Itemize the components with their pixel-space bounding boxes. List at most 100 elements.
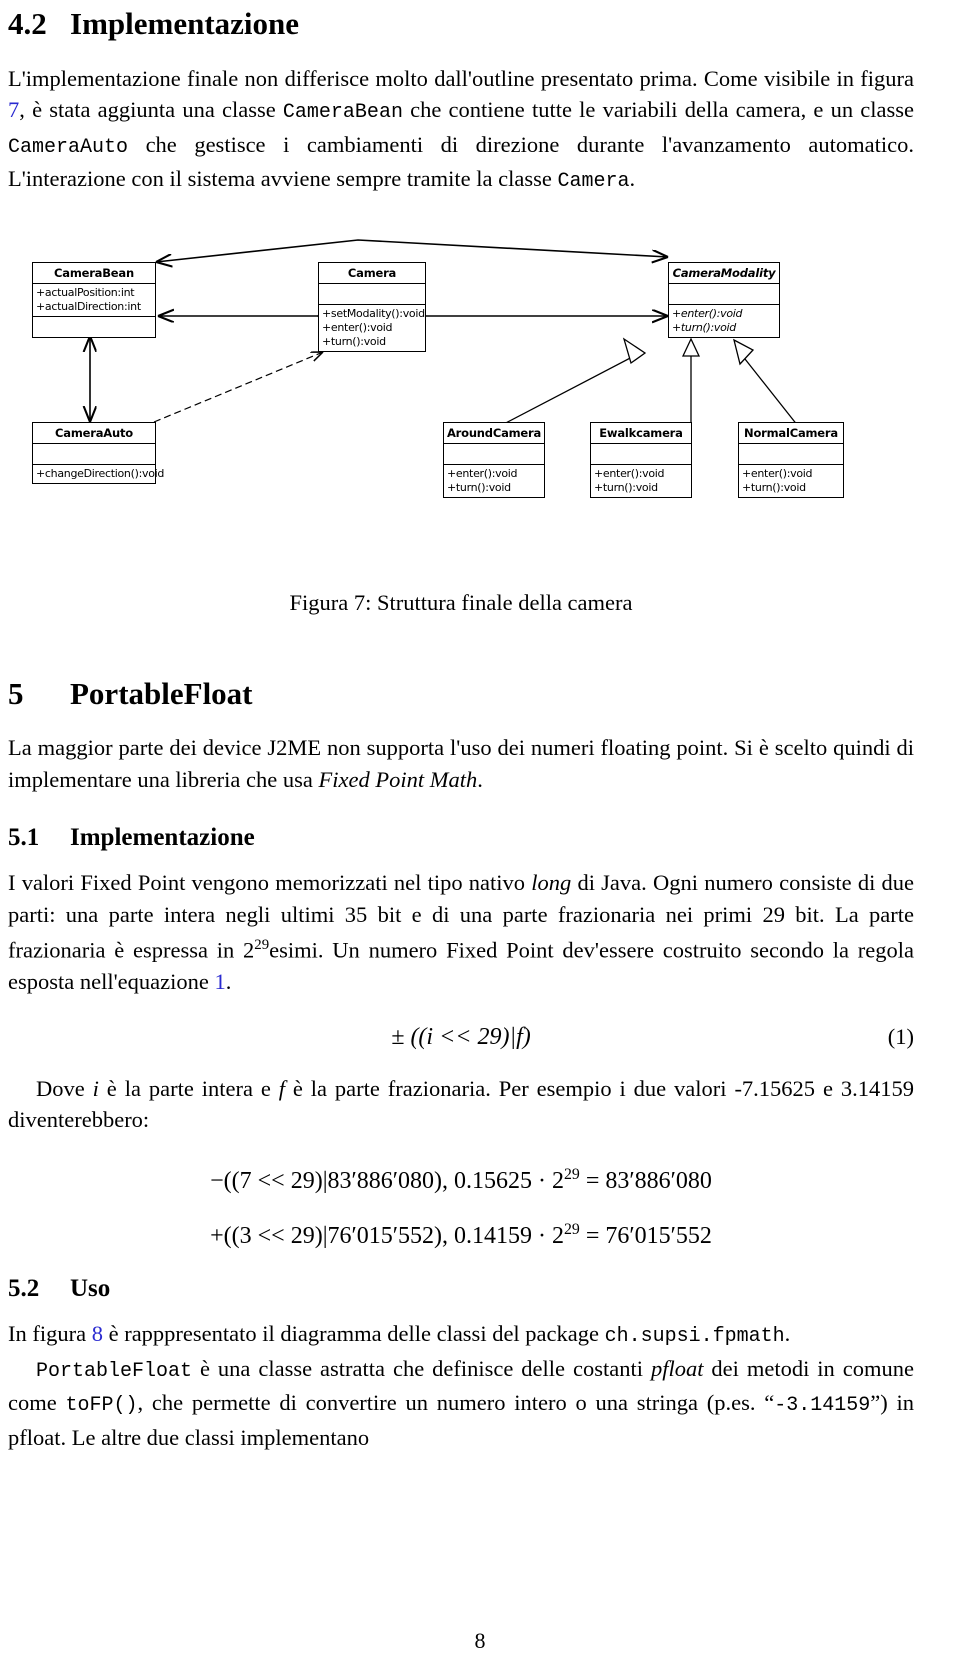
uml-operation: +turn():void <box>322 334 386 348</box>
code-portablefloat: PortableFloat <box>36 1359 193 1383</box>
paragraph-5-1: I valori Fixed Point vengono memorizzati… <box>8 867 914 998</box>
uml-attributes <box>444 444 544 465</box>
text-run: che contiene tutte le variabili della ca… <box>402 97 914 123</box>
emphasis-long: long <box>531 870 572 896</box>
paragraph-5: La maggior parte dei device J2ME non sup… <box>8 732 914 795</box>
figure-reference-7[interactable]: 7 <box>8 97 19 122</box>
equation-example-lhs: +((3 << 29)|76′015′552), 0.14159 · 2 <box>210 1222 564 1249</box>
exponent-29: 29 <box>564 1165 580 1183</box>
equation-reference-1[interactable]: 1 <box>214 969 225 994</box>
uml-attributes <box>669 284 779 305</box>
heading-4-2-number: 4.2 <box>8 6 47 41</box>
uml-operation: +turn():void <box>594 480 658 494</box>
heading-5-2: 5.2 Uso <box>8 1274 914 1302</box>
text-run: che gestisce i cambiamenti di direzione … <box>8 131 914 192</box>
uml-attribute: +actualDirection:int <box>36 299 141 313</box>
emphasis-fixed-point-math: Fixed Point Math <box>318 766 478 792</box>
uml-class-title: CameraAuto <box>33 423 155 444</box>
uml-operation: +turn():void <box>447 480 511 494</box>
heading-4-2: 4.2 Implementazione <box>8 6 914 41</box>
text-run: . <box>784 1321 791 1347</box>
uml-attribute: +actualPosition:int <box>36 285 135 299</box>
uml-class-title: Ewalkcamera <box>591 423 691 444</box>
heading-4-2-title: Implementazione <box>70 6 300 41</box>
heading-5-1-title: Implementazione <box>70 824 255 852</box>
page-number: 8 <box>474 1628 486 1653</box>
text-run: I valori Fixed Point vengono memorizzati… <box>8 870 532 896</box>
uml-class-title: NormalCamera <box>739 423 843 444</box>
figure-7-caption: Figura 7: Struttura finale della camera <box>289 589 633 615</box>
uml-operation: +enter():void <box>742 466 813 480</box>
heading-5-title: PortableFloat <box>70 675 253 711</box>
code-package-name: ch.supsi.fpmath <box>604 1325 785 1349</box>
paragraph-4-2: L'implementazione finale non differisce … <box>8 63 914 198</box>
uml-operations: +changeDirection():void <box>33 465 165 483</box>
dependency-cameraauto-camera <box>153 352 323 423</box>
uml-class-aroundcamera[interactable]: AroundCamera +enter():void +turn():void <box>443 421 545 498</box>
heading-5: 5 PortableFloat <box>8 675 914 711</box>
uml-operation: +turn():void <box>672 320 736 334</box>
text-run: è rapppresentato il diagramma delle clas… <box>102 1321 605 1347</box>
emphasis-pfloat: pfloat <box>650 1355 704 1381</box>
figure-reference-8[interactable]: 8 <box>92 1321 103 1346</box>
heading-5-2-title: Uso <box>70 1274 111 1302</box>
text-run: . <box>477 766 483 792</box>
equation-1-number: (1) <box>887 1023 914 1049</box>
equation-example-lhs: −((7 << 29)|83′886′080), 0.15625 · 2 <box>210 1167 564 1194</box>
uml-attributes <box>591 444 691 465</box>
uml-operation: +setModality():void <box>322 306 425 320</box>
uml-class-cameramodality[interactable]: CameraModality +enter():void +turn():voi… <box>668 261 780 338</box>
text-run: . <box>225 969 232 995</box>
uml-class-title: AroundCamera <box>444 423 544 444</box>
equation-1: ± ((i << 29)|f) (1) <box>8 1024 914 1051</box>
code-cameraauto: CameraAuto <box>8 135 129 159</box>
page-content: 4.2 Implementazione L'implementazione fin… <box>8 0 914 1453</box>
text-run: , che permette di convertire un numero i… <box>137 1390 775 1416</box>
equation-example-rhs: = 76′015′552 <box>579 1222 712 1249</box>
uml-class-ewalkcamera[interactable]: Ewalkcamera +enter():void +turn():void <box>590 421 692 498</box>
generalization-aroundcamera <box>499 337 647 427</box>
uml-operation: +turn():void <box>742 480 806 494</box>
uml-operation: +changeDirection():void <box>36 466 165 480</box>
paragraph-5-2-b: PortableFloat è una classe astratta che … <box>8 1353 914 1454</box>
code-camera: Camera <box>557 170 630 194</box>
uml-class-camera[interactable]: Camera +setModality():void +enter():void… <box>318 261 426 352</box>
uml-class-title: CameraModality <box>669 263 779 284</box>
uml-class-normalcamera[interactable]: NormalCamera +enter():void +turn():void <box>738 421 844 498</box>
uml-class-title: Camera <box>319 263 425 284</box>
heading-5-number: 5 <box>8 675 24 711</box>
uml-operation: +enter():void <box>322 320 393 334</box>
uml-class-cameraauto[interactable]: CameraAuto +changeDirection():void <box>32 421 165 484</box>
uml-attributes <box>739 444 843 465</box>
equation-example-1: −((7 << 29)|83′886′080), 0.15625 · 229 =… <box>8 1166 914 1195</box>
generalization-normalcamera <box>733 338 799 426</box>
text-run: Dove <box>36 1075 93 1101</box>
uml-operations: +enter():void +turn():void <box>669 305 779 337</box>
heading-5-1: 5.1 Implementazione <box>8 824 914 852</box>
figure-7: Camera (dashed dependency) --> CameraBea… <box>8 226 914 556</box>
uml-attributes: +actualPosition:int +actualDirection:int <box>33 284 155 317</box>
document-page: 4.2 Implementazione L'implementazione fin… <box>0 0 960 1672</box>
uml-operation: +enter():void <box>594 466 665 480</box>
uml-operations: +enter():void +turn():void <box>444 465 544 497</box>
uml-class-camerabean[interactable]: CameraBean +actualPosition:int +actualDi… <box>32 261 156 338</box>
uml-operations: +enter():void +turn():void <box>591 465 691 497</box>
uml-operations <box>33 317 155 337</box>
code-camerabean: CameraBean <box>282 101 403 125</box>
equation-1-body: ± ((i << 29)|f) <box>391 1023 531 1050</box>
text-run: In figura <box>8 1321 92 1347</box>
uml-attributes <box>33 444 155 465</box>
paragraph-after-equation-1: Dove i è la parte intera e f è la parte … <box>8 1073 914 1136</box>
heading-5-2-number: 5.2 <box>8 1274 40 1302</box>
code-example-value: -3.14159 <box>774 1394 871 1418</box>
heading-5-1-number: 5.1 <box>8 824 40 852</box>
equation-example-2: +((3 << 29)|76′015′552), 0.14159 · 229 =… <box>8 1221 914 1250</box>
generalization-ewalkcamera <box>681 337 701 426</box>
code-tofp: toFP() <box>65 1394 138 1418</box>
uml-operations: +enter():void +turn():void <box>739 465 843 497</box>
exponent-29: 29 <box>564 1220 580 1238</box>
text-run: è una classe astratta che definisce dell… <box>192 1355 651 1381</box>
uml-attributes <box>319 284 425 305</box>
equation-example-rhs: = 83′886′080 <box>579 1167 712 1194</box>
uml-operation: +enter():void <box>672 306 743 320</box>
